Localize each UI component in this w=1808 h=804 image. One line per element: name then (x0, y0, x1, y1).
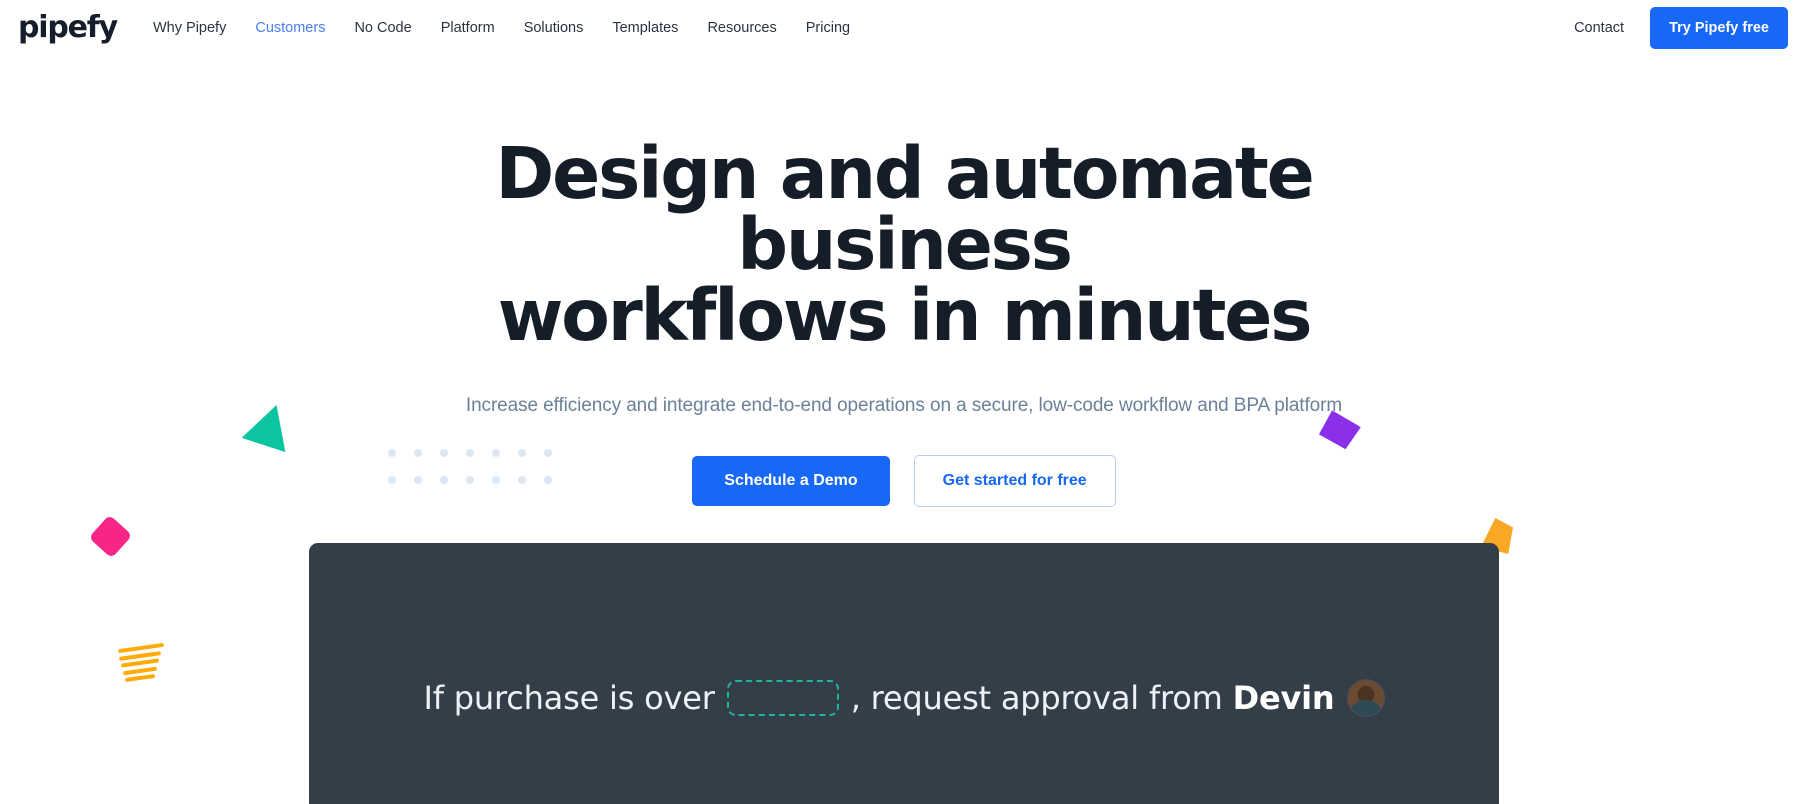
nav-item-no-code[interactable]: No Code (354, 20, 411, 36)
rule-text-after: , request approval from (850, 679, 1223, 717)
primary-nav-links: Why Pipefy Customers No Code Platform So… (153, 20, 850, 36)
automation-rule-sentence: If purchase is over , request approval f… (423, 679, 1385, 717)
hero-cta-group: Schedule a Demo Get started for free (0, 455, 1808, 507)
hero-title-line-2: workflows in minutes (497, 274, 1313, 357)
top-navigation-bar: pipefy Why Pipefy Customers No Code Plat… (0, 0, 1808, 56)
pink-square-icon (88, 514, 133, 559)
rule-value-input[interactable] (726, 680, 839, 716)
yellow-lines-icon (117, 642, 165, 683)
nav-item-why-pipefy[interactable]: Why Pipefy (153, 20, 226, 36)
nav-item-solutions[interactable]: Solutions (524, 20, 584, 36)
hero-section: Design and automate business workflows i… (0, 56, 1808, 507)
hero-title-line-1: Design and automate business (495, 132, 1314, 286)
page-title: Design and automate business workflows i… (404, 138, 1404, 351)
automation-demo-panel: If purchase is over , request approval f… (309, 543, 1499, 804)
hero-subtitle: Increase efficiency and integrate end-to… (465, 395, 1343, 416)
nav-right-actions: Contact Try Pipefy free (1574, 7, 1788, 49)
avatar (1346, 679, 1385, 717)
nav-item-contact[interactable]: Contact (1574, 20, 1624, 36)
nav-item-customers[interactable]: Customers (255, 20, 325, 36)
nav-item-templates[interactable]: Templates (612, 20, 678, 36)
schedule-a-demo-button[interactable]: Schedule a Demo (692, 456, 890, 506)
try-pipefy-free-button[interactable]: Try Pipefy free (1650, 7, 1788, 49)
pipefy-logo[interactable]: pipefy (18, 13, 118, 43)
rule-approver-name: Devin (1232, 679, 1335, 717)
rule-text-before: If purchase is over (423, 679, 715, 717)
get-started-for-free-button[interactable]: Get started for free (913, 455, 1116, 507)
nav-item-platform[interactable]: Platform (441, 20, 495, 36)
nav-item-pricing[interactable]: Pricing (806, 20, 850, 36)
nav-item-resources[interactable]: Resources (707, 20, 776, 36)
